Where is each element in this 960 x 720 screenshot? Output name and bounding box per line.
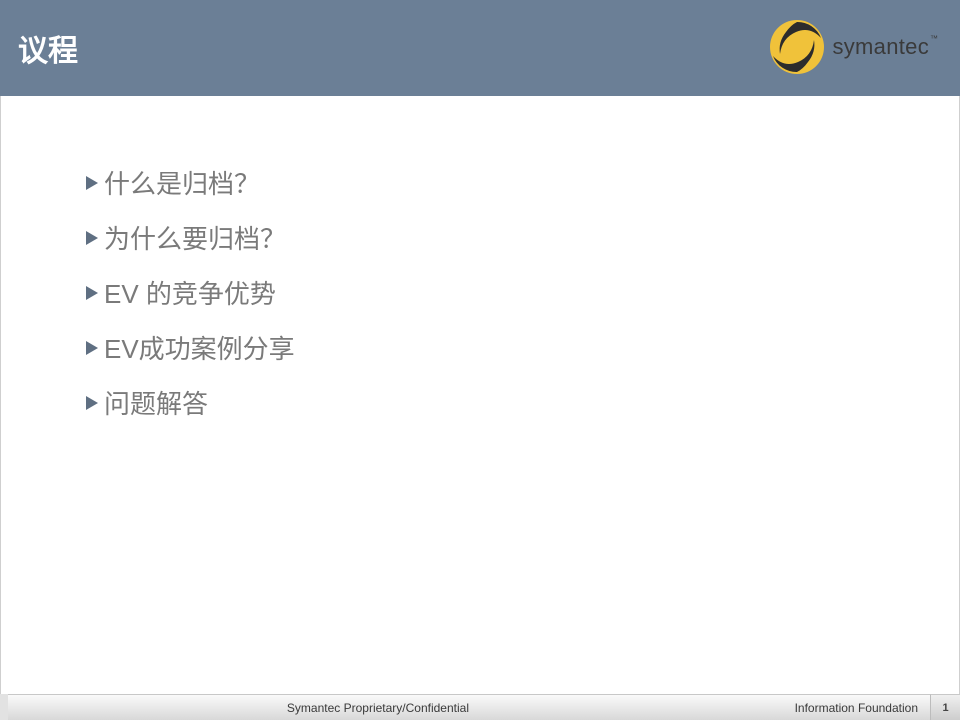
- bullet-icon: [86, 341, 98, 355]
- footer-bar: Symantec Proprietary/Confidential Inform…: [8, 694, 930, 720]
- symantec-logo-icon: [768, 18, 826, 76]
- agenda-item: 问题解答: [86, 384, 960, 421]
- agenda-item-text: 什么是归档？: [104, 164, 260, 201]
- slide-footer: Symantec Proprietary/Confidential Inform…: [0, 694, 960, 720]
- slide-content: 什么是归档？ 为什么要归档？ EV 的竞争优势 EV成功案例分享 问题解答: [0, 96, 960, 421]
- brand-logo: symantec™: [768, 18, 938, 76]
- agenda-item: EV成功案例分享: [86, 329, 960, 366]
- footer-confidential-text: Symantec Proprietary/Confidential: [287, 701, 469, 715]
- footer-brandline-text: Information Foundation: [795, 701, 918, 715]
- logo-trademark: ™: [930, 34, 938, 43]
- footer-page-number: 1: [930, 694, 960, 720]
- bullet-icon: [86, 176, 98, 190]
- bullet-icon: [86, 231, 98, 245]
- agenda-item-text: 问题解答: [104, 384, 208, 421]
- agenda-item-text: EV 的竞争优势: [104, 274, 276, 311]
- logo-wordmark: symantec: [832, 34, 929, 59]
- agenda-item: 什么是归档？: [86, 164, 960, 201]
- agenda-item: 为什么要归档？: [86, 219, 960, 256]
- slide-header: 议程 symantec™: [0, 0, 960, 96]
- bullet-icon: [86, 286, 98, 300]
- agenda-item: EV 的竞争优势: [86, 274, 960, 311]
- footer-left-stub: [0, 694, 8, 720]
- agenda-item-text: EV成功案例分享: [104, 329, 295, 366]
- bullet-icon: [86, 396, 98, 410]
- slide-title: 议程: [18, 26, 78, 70]
- agenda-item-text: 为什么要归档？: [104, 219, 286, 256]
- brand-logo-text: symantec™: [832, 34, 938, 60]
